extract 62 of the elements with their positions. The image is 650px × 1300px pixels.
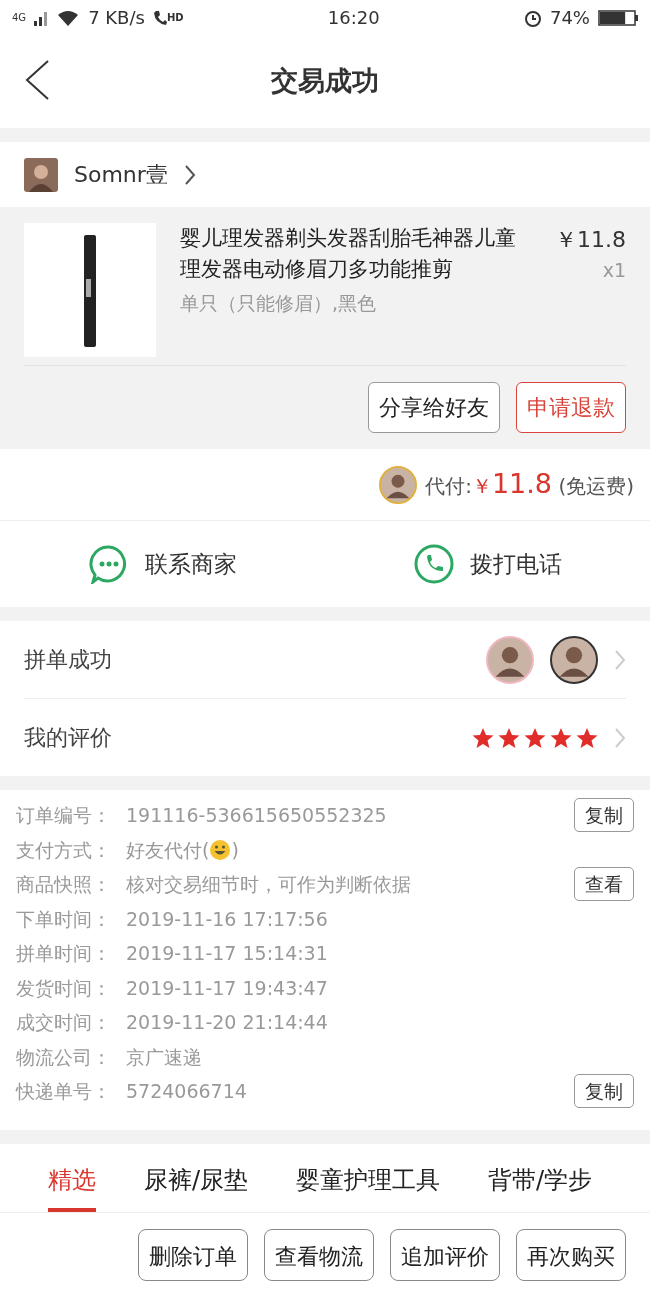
info-value: 191116-536615650552325 [126, 803, 388, 828]
order-action-button[interactable]: 再次购买 [516, 1229, 626, 1281]
order-action-button[interactable]: 追加评价 [390, 1229, 500, 1281]
info-value: 2019-11-16 17:17:56 [126, 906, 329, 932]
info-label: 拼单时间： [16, 941, 112, 966]
chevron-icon [614, 726, 626, 749]
price: ￥11.8 [555, 226, 626, 254]
star-icon [472, 726, 494, 749]
product-title: 婴儿理发器剃头发器刮胎毛神器儿童理发器电动修眉刀多功能推剪 [180, 225, 517, 283]
star-icon [550, 726, 572, 749]
info-value: 京广速递 [126, 1044, 203, 1070]
chat-icon [88, 544, 129, 584]
info-label: 商品快照： [16, 872, 112, 897]
wifi-icon [56, 8, 81, 27]
payment-total: 代付:￥11.8 (免运费) [425, 467, 634, 502]
info-label: 下单时间： [16, 906, 112, 932]
back-icon[interactable] [24, 59, 50, 101]
phone-icon [413, 544, 454, 584]
chevron-icon [614, 648, 626, 671]
star-icon [498, 726, 520, 749]
copy-button[interactable]: 复制 [574, 798, 634, 833]
contact-seller-button[interactable]: 联系商家 [0, 538, 325, 590]
info-value: 5724066714 [126, 1079, 248, 1104]
alarm-icon [523, 8, 542, 27]
info-label: 发货时间： [16, 975, 112, 1001]
order-action-button[interactable]: 删除订单 [138, 1229, 248, 1281]
copy-button[interactable]: 复制 [574, 1074, 634, 1109]
quantity: x1 [601, 258, 626, 283]
battery-icon [598, 8, 638, 27]
network-label: 4G [12, 11, 27, 25]
product-variant: 单只（只能修眉）,黑色 [180, 291, 378, 316]
info-value: 2019-11-17 19:43:47 [126, 975, 329, 1001]
refund-button[interactable]: 申请退款 [516, 382, 626, 433]
shop-link[interactable]: Somnr壹 [0, 142, 650, 207]
speed-label: 7 KB/s [88, 6, 145, 30]
info-label: 支付方式： [16, 837, 112, 863]
chevron-icon [183, 163, 196, 186]
share-button[interactable]: 分享给好友 [368, 382, 500, 433]
info-value: 好友代付( ) [126, 837, 240, 863]
page-title: 交易成功 [271, 65, 379, 98]
category-tab[interactable]: 背带/学步 [488, 1152, 593, 1212]
view-button[interactable]: 查看 [574, 867, 634, 902]
category-tab[interactable]: 尿裤/尿垫 [144, 1152, 249, 1212]
info-label: 成交时间： [16, 1010, 112, 1035]
star-icon [576, 726, 598, 749]
info-label: 订单编号： [16, 803, 112, 828]
group-row[interactable]: 拼单成功 [24, 621, 626, 699]
signal-icon [34, 9, 49, 26]
info-label: 物流公司： [16, 1044, 112, 1070]
battery-percent: 74% [549, 6, 590, 30]
info-label: 快递单号： [16, 1079, 112, 1104]
category-tab[interactable]: 婴童护理工具 [296, 1152, 441, 1212]
order-action-button[interactable]: 查看物流 [264, 1229, 374, 1281]
info-value: 核对交易细节时，可作为判断依据 [126, 872, 412, 897]
star-icon [524, 726, 546, 749]
call-indicator: HD [152, 9, 184, 26]
info-value: 2019-11-20 21:14:44 [126, 1010, 329, 1035]
review-row[interactable]: 我的评价 [24, 699, 626, 776]
call-button[interactable]: 拨打电话 [325, 538, 650, 590]
info-value: 2019-11-17 15:14:31 [126, 941, 329, 966]
phone-icon [152, 9, 167, 26]
clock: 16:20 [326, 6, 381, 30]
